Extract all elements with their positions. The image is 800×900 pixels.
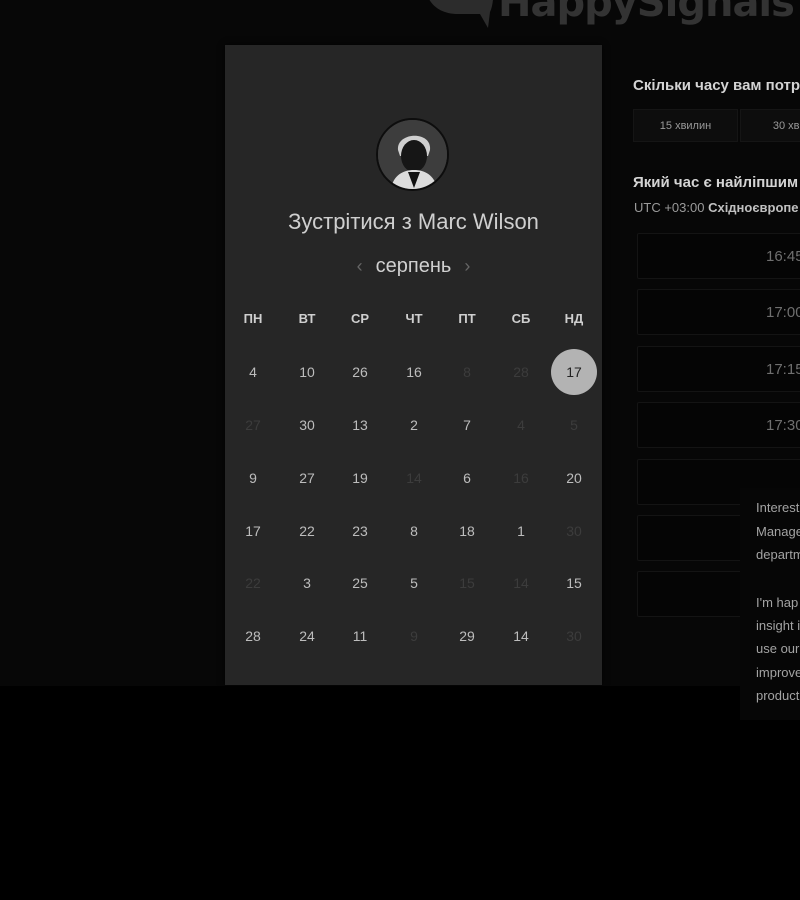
calendar-day: 5 [570, 417, 578, 433]
calendar-day: 30 [566, 523, 582, 539]
calendar-day[interactable]: 4 [230, 349, 276, 395]
calendar-day: 27 [245, 417, 261, 433]
calendar-day[interactable]: 27 [284, 455, 330, 501]
popup-text-line: departm [756, 547, 800, 562]
calendar-day: 22 [245, 575, 261, 591]
time-question: Який час є найліпшим [633, 174, 799, 191]
calendar-day[interactable]: 22 [284, 508, 330, 554]
calendar-grid: 4 10 26 16 8 28 17 27 30 13 2 7 4 5 9 27 19 14 6 16 20 17 22 23… [225, 45, 602, 685]
calendar-day[interactable]: 24 [284, 613, 330, 659]
calendar-card: Зустрітися з Marc Wilson ‹ серпень › ПН В… [225, 45, 602, 685]
time-slot-label: 17:00 [766, 304, 800, 321]
time-slot[interactable]: 17:15 [637, 346, 800, 392]
calendar-day[interactable]: 18 [444, 508, 490, 554]
calendar-day[interactable]: 14 [498, 613, 544, 659]
calendar-day[interactable]: 2 [391, 402, 437, 448]
popup-text-line: improve [756, 665, 800, 680]
calendar-day[interactable]: 5 [391, 560, 437, 606]
calendar-day: 4 [517, 417, 525, 433]
duration-question: Скільки часу вам потр [633, 77, 800, 94]
calendar-day[interactable]: 29 [444, 613, 490, 659]
calendar-day: 30 [566, 628, 582, 644]
duration-options: 15 хвилин30 хвил [633, 109, 800, 142]
calendar-day[interactable]: 26 [337, 349, 383, 395]
calendar-day: 9 [410, 628, 418, 644]
calendar-day[interactable]: 8 [391, 508, 437, 554]
duration-option[interactable]: 15 хвилин [633, 109, 738, 142]
calendar-day[interactable]: 9 [230, 455, 276, 501]
timezone-offset: UTC +03:00 [634, 200, 705, 215]
popup-text-line: use our [756, 641, 800, 656]
duration-option[interactable]: 30 хвил [740, 109, 800, 142]
calendar-day[interactable]: 16 [391, 349, 437, 395]
calendar-day: 14 [513, 575, 529, 591]
calendar-day: 28 [513, 364, 529, 380]
calendar-day[interactable]: 13 [337, 402, 383, 448]
time-slot-label: 16:45 [766, 248, 800, 265]
time-slot-label: 17:30 [766, 417, 800, 434]
calendar-day: 16 [513, 470, 529, 486]
calendar-day: 8 [463, 364, 471, 380]
booking-panel: Скільки часу вам потр 15 хвилин30 хвил Я… [633, 0, 800, 900]
calendar-day[interactable]: 7 [444, 402, 490, 448]
calendar-day[interactable]: 11 [337, 613, 383, 659]
popup-text-line: I'm hap [756, 595, 799, 610]
time-slot-label: 17:15 [766, 361, 800, 378]
calendar-day[interactable]: 17 [230, 508, 276, 554]
calendar-day-selected[interactable]: 17 [551, 349, 597, 395]
speech-bubble-icon [429, 0, 493, 28]
popup-text-line: Interest [756, 500, 800, 515]
time-slot[interactable]: 17:00 [637, 289, 800, 335]
calendar-day: 15 [459, 575, 475, 591]
popup-text-line: product [756, 688, 800, 703]
timezone-label[interactable]: UTC +03:00 Східноєвропе [634, 200, 799, 215]
calendar-day[interactable]: 20 [551, 455, 597, 501]
calendar-day[interactable]: 30 [284, 402, 330, 448]
popup-text-line: insight i [756, 618, 800, 633]
timezone-name: Східноєвропе [708, 200, 799, 215]
calendar-day[interactable]: 1 [498, 508, 544, 554]
calendar-day: 14 [406, 470, 422, 486]
calendar-day[interactable]: 23 [337, 508, 383, 554]
time-slot[interactable]: 16:45 [637, 233, 800, 279]
calendar-day[interactable]: 19 [337, 455, 383, 501]
calendar-day[interactable]: 15 [551, 560, 597, 606]
chat-popup[interactable]: Interest Manage departm I'm hap insight i use… [740, 488, 800, 720]
calendar-day[interactable]: 28 [230, 613, 276, 659]
calendar-day[interactable]: 6 [444, 455, 490, 501]
calendar-day[interactable]: 10 [284, 349, 330, 395]
calendar-day[interactable]: 25 [337, 560, 383, 606]
time-slot[interactable]: 17:30 [637, 402, 800, 448]
calendar-day[interactable]: 3 [284, 560, 330, 606]
popup-text-line: Manage [756, 524, 800, 539]
